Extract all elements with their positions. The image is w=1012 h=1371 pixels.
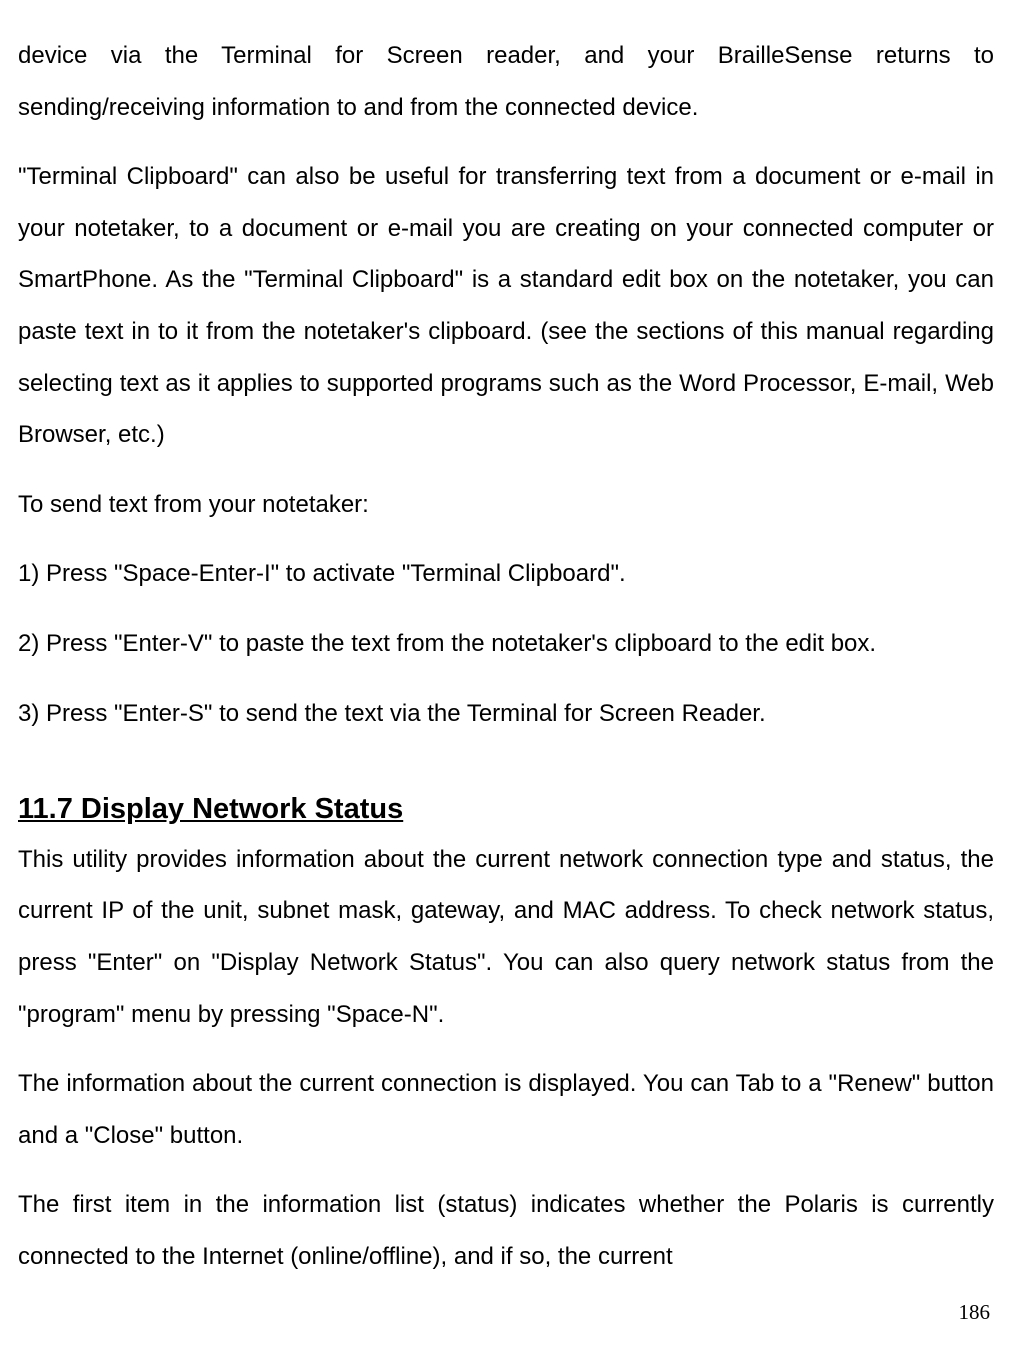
section-heading: 11.7 Display Network Status: [18, 789, 994, 830]
paragraph-continuation: device via the Terminal for Screen reade…: [18, 30, 994, 133]
step-2: 2) Press "Enter-V" to paste the text fro…: [18, 618, 994, 670]
paragraph-intro: To send text from your notetaker:: [18, 479, 994, 531]
paragraph-cutoff: The first item in the information list (…: [18, 1179, 994, 1282]
paragraph: The information about the current connec…: [18, 1058, 994, 1161]
step-1: 1) Press "Space-Enter-I" to activate "Te…: [18, 548, 994, 600]
paragraph: This utility provides information about …: [18, 834, 994, 1040]
paragraph: "Terminal Clipboard" can also be useful …: [18, 151, 994, 461]
page-number: 186: [18, 1300, 994, 1325]
step-3: 3) Press "Enter-S" to send the text via …: [18, 688, 994, 740]
